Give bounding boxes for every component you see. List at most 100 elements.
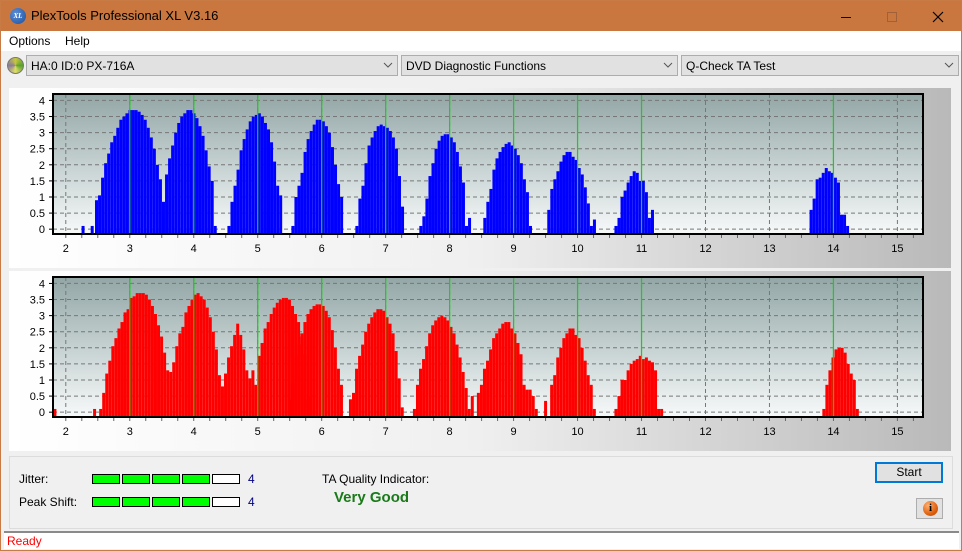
histogram-bar [119,119,123,234]
histogram-bar [211,331,215,417]
histogram-bar [251,116,255,234]
histogram-bar [108,360,112,417]
histogram-bar [589,384,593,417]
start-button[interactable]: Start [875,462,943,483]
y-tick-label: 0.5 [30,208,45,220]
histogram-bar [150,305,154,417]
minimize-button[interactable] [823,1,869,31]
histogram-bar [149,137,153,234]
histogram-bar [401,206,405,234]
histogram-bar [428,176,432,234]
histogram-bar [846,363,850,417]
histogram-bar [137,111,141,234]
x-tick-label: 3 [127,426,133,438]
maximize-button[interactable] [869,1,915,31]
y-tick-label: 2.5 [30,327,45,339]
histogram-bar [272,307,276,417]
histogram-bar [306,139,310,234]
histogram-bar [422,216,426,234]
histogram-bar [650,209,654,234]
histogram-bar [440,315,444,417]
histogram-bar [825,384,829,417]
histogram-bar [467,408,471,417]
histogram-bar [348,399,352,417]
jitter-meter-segment [122,474,150,484]
histogram-bar [525,192,529,234]
menu-help[interactable]: Help [65,34,90,48]
x-tick-label: 5 [255,243,261,255]
histogram-bar [516,342,520,417]
x-tick-label: 11 [636,243,647,255]
histogram-bar [294,196,298,234]
histogram-bar [504,322,508,417]
histogram-bar [455,151,459,234]
histogram-bar [412,408,416,417]
histogram-bar [175,346,179,417]
histogram-bar [333,347,337,417]
y-tick-label: 1 [39,375,45,387]
histogram-bar [113,135,117,234]
histogram-bar [102,392,106,417]
histogram-bar [843,352,847,417]
histogram-bar [230,346,234,417]
histogram-bar [190,299,194,417]
histogram-bar [534,408,538,417]
histogram-bar [248,121,252,234]
y-tick-label: 2 [39,343,45,355]
histogram-bar [260,116,264,234]
histogram-bar [107,153,111,234]
function-group-select[interactable]: DVD Diagnostic Functions [401,55,678,76]
x-tick-label: 6 [319,243,325,255]
histogram-bar [278,299,282,417]
drive-select[interactable]: HA:0 ID:0 PX-716A [26,55,398,76]
x-tick-label: 4 [191,426,197,438]
histogram-bar [452,333,456,417]
histogram-bar [660,408,664,417]
test-select[interactable]: Q-Check TA Test [681,55,959,76]
histogram-bar [446,320,450,417]
histogram-bar [189,110,193,234]
histogram-bar [577,168,581,234]
menu-options[interactable]: Options [9,34,50,48]
close-button[interactable] [915,1,961,31]
histogram-bar [267,129,271,234]
histogram-bar [276,185,280,234]
x-tick-label: 2 [63,243,69,255]
jitter-meter-segment [182,474,210,484]
histogram-bar [559,347,563,417]
peak-shift-meter-segment [152,497,180,507]
histogram-bar [632,360,636,417]
x-tick-label: 6 [319,426,325,438]
status-text: Ready [7,534,42,548]
drive-select-value: HA:0 ID:0 PX-716A [31,59,135,73]
disc-drive-icon [7,57,24,74]
info-button[interactable]: i [916,498,943,519]
histogram-bar [152,148,156,234]
histogram-bar [461,371,465,417]
histogram-bar [815,179,819,234]
histogram-bar [105,373,109,417]
histogram-bar [99,408,103,417]
y-tick-label: 4 [39,278,45,290]
title-bar[interactable]: XL PlexTools Professional XL V3.16 [1,1,961,31]
histogram-bar [449,137,453,234]
histogram-bar [172,362,176,417]
histogram-bar [339,384,343,417]
x-tick-label: 9 [511,426,517,438]
histogram-bar [513,148,517,234]
close-icon [932,11,944,23]
histogram-bar [458,166,462,234]
x-tick-label: 12 [699,243,711,255]
histogram-bar [479,384,483,417]
histogram-bar [367,323,371,417]
histogram-bar [443,317,447,417]
histogram-bar [205,307,209,417]
histogram-bar [183,113,187,234]
histogram-bar [519,163,523,234]
histogram-bar [207,166,211,234]
chevron-down-icon [382,59,394,71]
histogram-bar [245,129,249,234]
histogram-bar [568,151,572,234]
histogram-bar [837,347,841,417]
histogram-bar [379,124,383,234]
